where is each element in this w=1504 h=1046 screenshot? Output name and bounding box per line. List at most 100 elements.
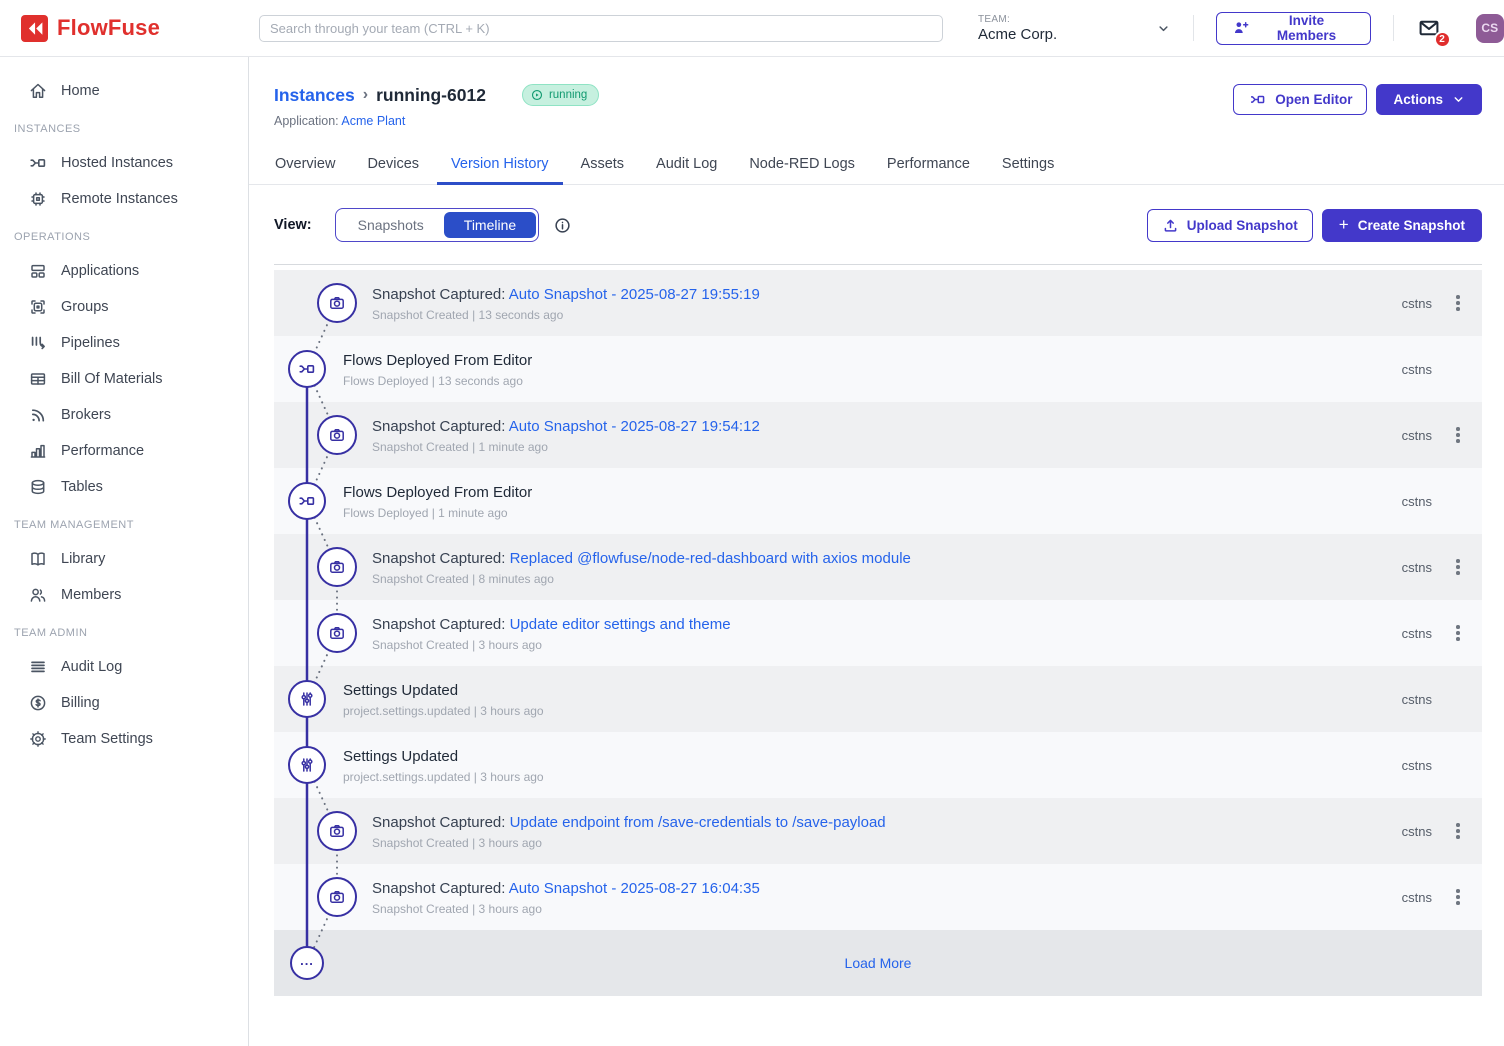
sidebar-item-label: Team Settings (61, 731, 153, 747)
application-line: Application: Acme Plant (274, 114, 599, 128)
sidebar-item-brokers[interactable]: Brokers (0, 397, 248, 433)
kebab-menu-icon[interactable] (1450, 622, 1466, 644)
timeline-event-title: Settings Updated (343, 748, 1402, 765)
toggle-timeline[interactable]: Timeline (444, 212, 536, 238)
kebab-menu-icon[interactable] (1450, 292, 1466, 314)
timeline-event-meta: Snapshot Created | 3 hours ago (372, 638, 1402, 652)
sidebar-item-team-settings[interactable]: Team Settings (0, 721, 248, 757)
remote-instances-icon (28, 189, 48, 209)
divider (1193, 15, 1194, 41)
timeline-event-meta: Snapshot Created | 1 minute ago (372, 440, 1402, 454)
bill-of-materials-icon (28, 369, 48, 389)
sidebar-section-label: OPERATIONS (0, 217, 248, 253)
timeline-event-meta: Snapshot Created | 3 hours ago (372, 836, 1402, 850)
event-user: cstns (1402, 890, 1432, 905)
sidebar-section-label: TEAM MANAGEMENT (0, 505, 248, 541)
tab-devices[interactable]: Devices (353, 148, 433, 185)
snapshot-camera-icon (317, 415, 357, 455)
create-snapshot-button[interactable]: + Create Snapshot (1322, 209, 1482, 242)
timeline-row: Snapshot Captured: Auto Snapshot - 2025-… (274, 864, 1482, 930)
toggle-snapshots[interactable]: Snapshots (338, 212, 444, 238)
audit-log-icon (28, 657, 48, 677)
tab-audit-log[interactable]: Audit Log (642, 148, 731, 185)
timeline-event-meta: Snapshot Created | 8 minutes ago (372, 572, 1402, 586)
event-user: cstns (1402, 494, 1432, 509)
snapshot-link[interactable]: Auto Snapshot - 2025-08-27 16:04:35 (509, 880, 760, 897)
team-selector[interactable]: TEAM: Acme Corp. (978, 14, 1174, 43)
timeline-event-title: Flows Deployed From Editor (343, 484, 1402, 501)
sidebar-item-tables[interactable]: Tables (0, 469, 248, 505)
snapshot-link[interactable]: Replaced @flowfuse/node-red-dashboard wi… (510, 550, 911, 567)
sidebar-item-members[interactable]: Members (0, 577, 248, 613)
application-label: Application: (274, 114, 339, 128)
timeline-event-meta: Flows Deployed | 1 minute ago (343, 506, 1402, 520)
actions-button[interactable]: Actions (1376, 84, 1482, 115)
kebab-menu-icon[interactable] (1450, 820, 1466, 842)
timeline-row: Snapshot Captured: Update editor setting… (274, 600, 1482, 666)
editor-flow-icon (1248, 90, 1267, 109)
sidebar-item-home[interactable]: Home (0, 73, 248, 109)
sidebar-item-library[interactable]: Library (0, 541, 248, 577)
notifications-mail-icon[interactable]: 2 (1416, 16, 1442, 40)
sidebar-item-billing[interactable]: Billing (0, 685, 248, 721)
load-more-link[interactable]: Load More (845, 955, 912, 971)
timeline-event-meta: Flows Deployed | 13 seconds ago (343, 374, 1402, 388)
timeline-row: Settings Updated project.settings.updated… (274, 732, 1482, 798)
kebab-menu-icon[interactable] (1450, 424, 1466, 446)
tab-settings[interactable]: Settings (988, 148, 1068, 185)
status-badge: running (522, 84, 599, 106)
event-user: cstns (1402, 758, 1432, 773)
snapshot-link[interactable]: Auto Snapshot - 2025-08-27 19:54:12 (509, 418, 760, 435)
divider (1393, 15, 1394, 41)
open-editor-button[interactable]: Open Editor (1233, 84, 1367, 115)
tables-icon (28, 477, 48, 497)
info-icon[interactable] (553, 216, 572, 235)
timeline-event-title: Flows Deployed From Editor (343, 352, 1402, 369)
breadcrumb: Instances › running-6012 running (274, 84, 599, 106)
sidebar-item-label: Home (61, 83, 100, 99)
settings-sliders-icon (288, 746, 326, 784)
chevron-down-icon[interactable] (1156, 21, 1171, 36)
kebab-menu-icon[interactable] (1450, 556, 1466, 578)
snapshot-link[interactable]: Update editor settings and theme (510, 616, 731, 633)
snapshot-link[interactable]: Auto Snapshot - 2025-08-27 19:55:19 (509, 286, 760, 303)
tab-node-red-logs[interactable]: Node-RED Logs (735, 148, 869, 185)
timeline-event-title: Snapshot Captured: Replaced @flowfuse/no… (372, 550, 1402, 567)
sidebar-item-bill-of-materials[interactable]: Bill Of Materials (0, 361, 248, 397)
flowfuse-logo[interactable]: FlowFuse (0, 15, 249, 42)
sidebar-section-label: TEAM ADMIN (0, 613, 248, 649)
timeline-row: Flows Deployed From Editor Flows Deployed… (274, 468, 1482, 534)
play-circle-icon (530, 88, 544, 102)
settings-sliders-icon (288, 680, 326, 718)
sidebar-item-label: Audit Log (61, 659, 122, 675)
sidebar-item-label: Groups (61, 299, 109, 315)
timeline-event-title: Settings Updated (343, 682, 1402, 699)
event-user: cstns (1402, 626, 1432, 641)
sidebar-item-performance[interactable]: Performance (0, 433, 248, 469)
breadcrumb-instances-link[interactable]: Instances (274, 85, 355, 106)
sidebar-item-pipelines[interactable]: Pipelines (0, 325, 248, 361)
search-input[interactable] (259, 15, 943, 42)
tab-performance[interactable]: Performance (873, 148, 984, 185)
sidebar-item-hosted-instances[interactable]: Hosted Instances (0, 145, 248, 181)
status-badge-label: running (549, 89, 587, 101)
tab-version-history[interactable]: Version History (437, 148, 563, 185)
snapshot-camera-icon (317, 811, 357, 851)
upload-icon (1162, 217, 1179, 234)
tab-assets[interactable]: Assets (567, 148, 639, 185)
upload-snapshot-button[interactable]: Upload Snapshot (1147, 209, 1313, 242)
avatar[interactable]: CS (1476, 14, 1504, 43)
open-editor-label: Open Editor (1275, 92, 1352, 107)
sidebar-item-applications[interactable]: Applications (0, 253, 248, 289)
timeline-event-meta: project.settings.updated | 3 hours ago (343, 770, 1402, 784)
sidebar-item-audit-log[interactable]: Audit Log (0, 649, 248, 685)
kebab-menu-icon[interactable] (1450, 886, 1466, 908)
timeline-event-meta: Snapshot Created | 3 hours ago (372, 902, 1402, 916)
sidebar-item-label: Remote Instances (61, 191, 178, 207)
invite-members-button[interactable]: Invite Members (1216, 12, 1370, 45)
sidebar-item-remote-instances[interactable]: Remote Instances (0, 181, 248, 217)
application-link[interactable]: Acme Plant (341, 114, 405, 128)
tab-overview[interactable]: Overview (261, 148, 349, 185)
sidebar-item-groups[interactable]: Groups (0, 289, 248, 325)
snapshot-link[interactable]: Update endpoint from /save-credentials t… (510, 814, 886, 831)
